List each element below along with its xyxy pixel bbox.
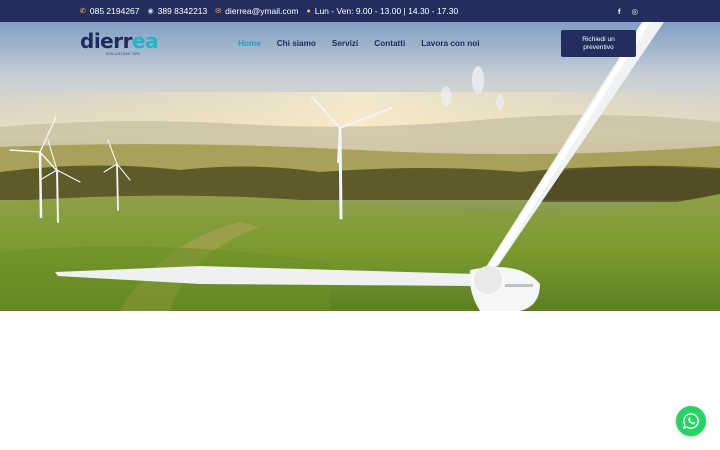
- instagram-icon[interactable]: ◎: [631, 7, 638, 16]
- whatsapp-number: 389 8342213: [157, 6, 208, 16]
- whatsapp-chat-button[interactable]: [676, 406, 706, 436]
- main-navigation: Home Chi siamo Servizi Contatti Lavora c…: [238, 39, 495, 48]
- phone-number: 085 2194267: [89, 6, 140, 16]
- request-quote-button[interactable]: Richiedi un preventivo: [561, 30, 636, 57]
- hero-image: [0, 22, 720, 311]
- nav-contatti[interactable]: Contatti: [374, 39, 405, 48]
- clock-icon: ●: [306, 7, 311, 15]
- nav-chi-siamo[interactable]: Chi siamo: [277, 39, 316, 48]
- social-links: f ◎: [607, 0, 638, 22]
- opening-hours: Lun - Ven: 9.00 - 13.00 | 14.30 - 17.30: [314, 6, 459, 16]
- nav-servizi[interactable]: Servizi: [332, 39, 358, 48]
- logo-wordmark-accent: ea: [131, 29, 159, 53]
- contact-list: ✆ 085 2194267 ◉ 389 8342213 ✉ dierrea@ym…: [80, 0, 466, 22]
- logo-wordmark: dierr: [80, 29, 132, 53]
- nav-home[interactable]: Home: [238, 39, 261, 48]
- contact-whatsapp[interactable]: ◉ 389 8342213: [148, 6, 208, 16]
- contact-phone[interactable]: ✆ 085 2194267: [80, 6, 140, 16]
- mail-icon: ✉: [215, 7, 222, 15]
- phone-icon: ✆: [80, 7, 86, 15]
- nav-lavora-con-noi[interactable]: Lavora con noi: [421, 39, 479, 48]
- whatsapp-icon: ◉: [147, 7, 154, 15]
- wind-farm-illustration: [0, 22, 720, 311]
- request-quote-line2: preventivo: [583, 43, 614, 51]
- contact-hours: ● Lun - Ven: 9.00 - 13.00 | 14.30 - 17.3…: [306, 6, 458, 16]
- whatsapp-fab-icon: [682, 413, 699, 430]
- email-address: dierrea@ymail.com: [225, 6, 299, 16]
- top-contact-bar: ✆ 085 2194267 ◉ 389 8342213 ✉ dierrea@ym…: [0, 0, 720, 22]
- logo-tagline: SOLUZIONI SRL: [106, 52, 142, 56]
- facebook-icon[interactable]: f: [618, 7, 621, 16]
- contact-email[interactable]: ✉ dierrea@ymail.com: [215, 6, 298, 16]
- company-logo[interactable]: dierrea SOLUZIONI SRL: [80, 29, 159, 56]
- request-quote-line1: Richiedi un: [582, 35, 615, 43]
